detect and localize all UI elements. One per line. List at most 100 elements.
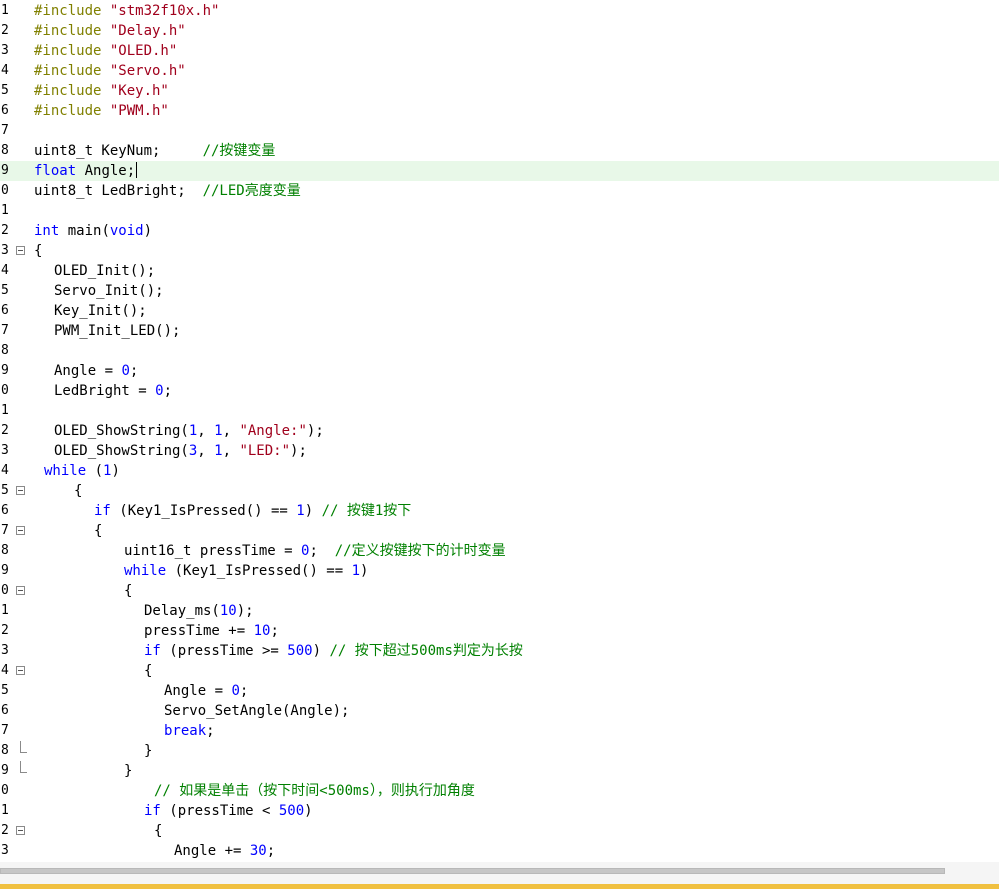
code-line[interactable]: 4 #include "Servo.h"	[0, 61, 999, 81]
code-line[interactable]: 1 if (pressTime < 500)	[0, 801, 999, 821]
code-line[interactable]: 5 Angle = 0;	[0, 681, 999, 701]
code-line[interactable]: 9 while (Key1_IsPressed() == 1)	[0, 561, 999, 581]
code-text[interactable]: uint8_t KeyNum; //按键变量	[34, 141, 275, 161]
code-line[interactable]: 4 while (1)	[0, 461, 999, 481]
code-line[interactable]: 7 PWM_Init_LED();	[0, 321, 999, 341]
code-text[interactable]: #include "stm32f10x.h"	[34, 1, 219, 21]
code-line[interactable]: 9}	[0, 761, 999, 781]
code-line[interactable]: 1 Delay_ms(10);	[0, 601, 999, 621]
code-text[interactable]: float Angle;	[34, 161, 138, 181]
code-text[interactable]: LedBright = 0;	[54, 381, 172, 401]
line-number: 4	[1, 263, 9, 278]
code-text[interactable]: #include "OLED.h"	[34, 41, 177, 61]
code-text[interactable]: #include "PWM.h"	[34, 101, 169, 121]
code-text[interactable]: while (Key1_IsPressed() == 1)	[124, 561, 368, 581]
code-line[interactable]: 9 Angle = 0;	[0, 361, 999, 381]
preprocessor-token: #include	[34, 3, 110, 19]
code-text[interactable]: OLED_Init();	[54, 261, 155, 281]
code-line[interactable]: 7 break;	[0, 721, 999, 741]
code-line[interactable]: 0 // 如果是单击（按下时间<500ms），则执行加角度	[0, 781, 999, 801]
code-text[interactable]: pressTime += 10;	[144, 621, 279, 641]
code-line[interactable]: 4 OLED_Init();	[0, 261, 999, 281]
fold-collapse-icon[interactable]	[16, 246, 25, 255]
horizontal-scrollbar[interactable]	[0, 868, 945, 874]
code-line[interactable]: 5{	[0, 481, 999, 501]
code-text[interactable]: #include "Servo.h"	[34, 61, 186, 81]
code-line[interactable]: 0 uint8_t LedBright; //LED亮度变量	[0, 181, 999, 201]
code-line[interactable]: 2 #include "Delay.h"	[0, 21, 999, 41]
code-text[interactable]: Servo_SetAngle(Angle);	[164, 701, 349, 721]
code-line[interactable]: 0{	[0, 581, 999, 601]
code-text[interactable]: break;	[164, 721, 215, 741]
code-text[interactable]: Angle = 0;	[54, 361, 138, 381]
number-token: 10	[219, 603, 237, 619]
code-text[interactable]: }	[144, 741, 152, 761]
code-line[interactable]: 6 if (Key1_IsPressed() == 1) // 按键1按下	[0, 501, 999, 521]
code-text[interactable]: {	[34, 241, 42, 261]
code-text[interactable]: {	[144, 661, 152, 681]
code-line[interactable]: 3 #include "OLED.h"	[0, 41, 999, 61]
code-line[interactable]: 3{	[0, 241, 999, 261]
code-line[interactable]: 7	[0, 121, 999, 141]
code-text[interactable]: uint8_t LedBright; //LED亮度变量	[34, 181, 301, 201]
code-text[interactable]: if (pressTime >= 500) // 按下超过500ms判定为长按	[144, 641, 523, 661]
code-line[interactable]: 1 #include "stm32f10x.h"	[0, 1, 999, 21]
code-text[interactable]: while (1)	[44, 461, 120, 481]
code-line[interactable]: 0 LedBright = 0;	[0, 381, 999, 401]
code-line[interactable]: 8}	[0, 741, 999, 761]
fold-end-marker-icon	[20, 741, 27, 753]
code-text[interactable]: {	[124, 581, 132, 601]
code-text[interactable]: Angle += 30;	[174, 841, 275, 861]
code-line[interactable]: 6 #include "PWM.h"	[0, 101, 999, 121]
code-line[interactable]: 7{	[0, 521, 999, 541]
code-text[interactable]: int main(void)	[34, 221, 152, 241]
code-line[interactable]: 3 OLED_ShowString(3, 1, "LED:");	[0, 441, 999, 461]
fold-collapse-icon[interactable]	[16, 526, 25, 535]
code-line[interactable]: 6 Key_Init();	[0, 301, 999, 321]
fold-collapse-icon[interactable]	[16, 586, 25, 595]
code-line[interactable]: 2 pressTime += 10;	[0, 621, 999, 641]
code-text[interactable]: #include "Delay.h"	[34, 21, 186, 41]
fold-collapse-icon[interactable]	[16, 486, 25, 495]
code-line[interactable]: 2 OLED_ShowString(1, 1, "Angle:");	[0, 421, 999, 441]
fold-collapse-icon[interactable]	[16, 666, 25, 675]
code-line[interactable]: 3 if (pressTime >= 500) // 按下超过500ms判定为长按	[0, 641, 999, 661]
code-line[interactable]: 3 Angle += 30;	[0, 841, 999, 861]
code-text[interactable]: Angle = 0;	[164, 681, 248, 701]
code-line[interactable]: 1	[0, 201, 999, 221]
code-token: Key_Init();	[54, 303, 147, 319]
fold-collapse-icon[interactable]	[16, 826, 25, 835]
comment-token: // 按键1按下	[321, 503, 412, 519]
code-line[interactable]: 2{	[0, 821, 999, 841]
code-text[interactable]: // 如果是单击（按下时间<500ms），则执行加角度	[154, 781, 475, 801]
code-line[interactable]: 5 Servo_Init();	[0, 281, 999, 301]
code-line[interactable]: 1	[0, 401, 999, 421]
code-text[interactable]: uint16_t pressTime = 0; //定义按键按下的计时变量	[124, 541, 506, 561]
code-line[interactable]: 6 Servo_SetAngle(Angle);	[0, 701, 999, 721]
code-text[interactable]: {	[94, 521, 102, 541]
line-number: 5	[1, 483, 9, 498]
code-editor[interactable]: 1 #include "stm32f10x.h" 2 #include "Delay.…	[0, 0, 999, 862]
line-number: 2	[1, 623, 9, 638]
code-line[interactable]: 8 uint16_t pressTime = 0; //定义按键按下的计时变量	[0, 541, 999, 561]
code-text[interactable]: OLED_ShowString(1, 1, "Angle:");	[54, 421, 324, 441]
code-line[interactable]: 8	[0, 341, 999, 361]
code-line[interactable]: 8 uint8_t KeyNum; //按键变量	[0, 141, 999, 161]
code-text[interactable]: OLED_ShowString(3, 1, "LED:");	[54, 441, 307, 461]
code-text[interactable]: Servo_Init();	[54, 281, 164, 301]
code-line[interactable]: 2 int main(void)	[0, 221, 999, 241]
code-text[interactable]: Delay_ms(10);	[144, 601, 254, 621]
code-line[interactable]: 5 #include "Key.h"	[0, 81, 999, 101]
code-text[interactable]: #include "Key.h"	[34, 81, 169, 101]
code-token: ,	[222, 423, 240, 439]
code-text[interactable]: {	[154, 821, 162, 841]
code-text[interactable]: Key_Init();	[54, 301, 147, 321]
code-line[interactable]: 4{	[0, 661, 999, 681]
code-text[interactable]: }	[124, 761, 132, 781]
code-text[interactable]: if (pressTime < 500)	[144, 801, 313, 821]
horizontal-scrollbar-thumb[interactable]	[0, 868, 945, 874]
code-text[interactable]: PWM_Init_LED();	[54, 321, 180, 341]
code-line[interactable]: 9 float Angle;	[0, 161, 999, 181]
code-text[interactable]: {	[74, 481, 82, 501]
code-text[interactable]: if (Key1_IsPressed() == 1) // 按键1按下	[94, 501, 411, 521]
